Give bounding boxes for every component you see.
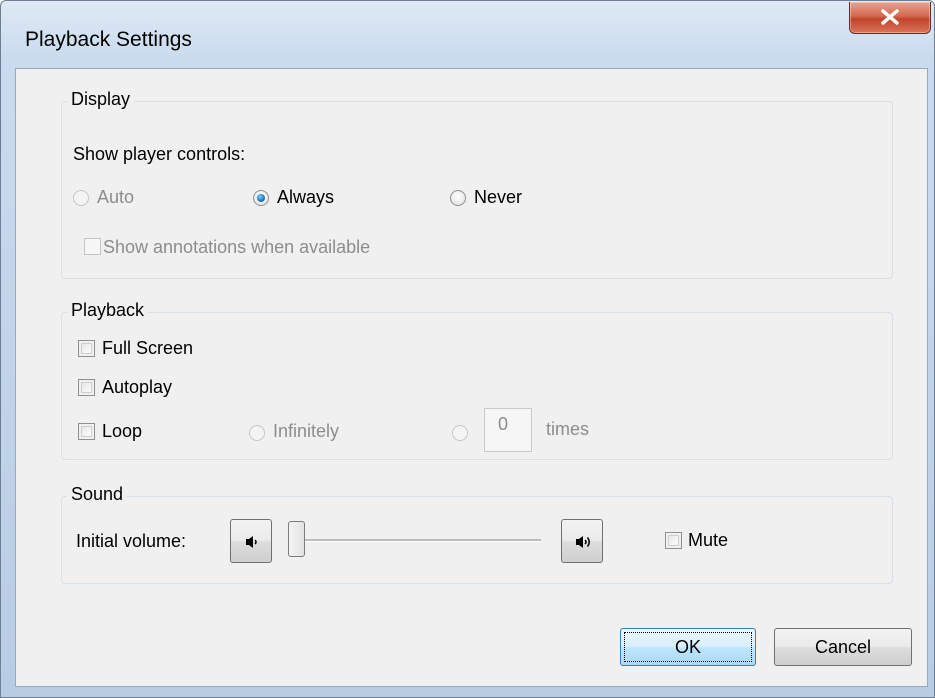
volume-low-icon: [246, 536, 257, 548]
title-bar[interactable]: Playback Settings: [1, 1, 934, 69]
volume-down-button[interactable]: [230, 519, 272, 563]
playback-group: [61, 312, 893, 460]
full-screen-label: Full Screen: [102, 338, 194, 358]
autoplay-label: Autoplay: [102, 377, 173, 397]
cancel-button-label: Cancel: [814, 637, 872, 657]
sound-legend: Sound: [67, 484, 128, 505]
annotations-checkbox[interactable]: [84, 238, 101, 255]
mute-checkbox[interactable]: [665, 532, 682, 549]
dialog-body: Display Show player controls: Auto Alway…: [15, 68, 928, 687]
radio-never[interactable]: [450, 190, 466, 206]
radio-infinitely-label: Infinitely: [273, 421, 340, 441]
close-button[interactable]: [849, 2, 931, 34]
initial-volume-label: Initial volume:: [76, 531, 187, 551]
loop-count-input[interactable]: 0: [484, 408, 532, 452]
mute-label: Mute: [688, 530, 729, 550]
show-controls-label: Show player controls:: [73, 144, 246, 164]
radio-loop-count[interactable]: [452, 425, 468, 441]
playback-legend: Playback: [67, 300, 149, 321]
times-label: times: [546, 419, 590, 439]
focus-rectangle: [624, 632, 752, 662]
volume-track[interactable]: [296, 539, 541, 542]
loop-checkbox[interactable]: [78, 423, 95, 440]
radio-always[interactable]: [253, 190, 269, 206]
close-icon: [881, 9, 899, 25]
ok-button[interactable]: OK: [620, 628, 756, 666]
radio-always-label: Always: [277, 187, 335, 207]
volume-up-button[interactable]: [561, 519, 603, 563]
volume-slider-thumb[interactable]: [288, 521, 305, 557]
cancel-button[interactable]: Cancel: [774, 628, 912, 666]
playback-settings-dialog: Playback Settings Display Show player co…: [0, 0, 935, 698]
volume-high-icon: [576, 536, 590, 548]
radio-auto[interactable]: [73, 190, 89, 206]
radio-never-label: Never: [474, 187, 523, 207]
full-screen-checkbox[interactable]: [78, 340, 95, 357]
window-title: Playback Settings: [25, 28, 192, 51]
radio-auto-label: Auto: [97, 187, 135, 207]
display-legend: Display: [67, 89, 135, 110]
autoplay-checkbox[interactable]: [78, 379, 95, 396]
annotations-label: Show annotations when available: [103, 237, 371, 257]
loop-label: Loop: [102, 421, 143, 441]
radio-infinitely[interactable]: [249, 425, 265, 441]
